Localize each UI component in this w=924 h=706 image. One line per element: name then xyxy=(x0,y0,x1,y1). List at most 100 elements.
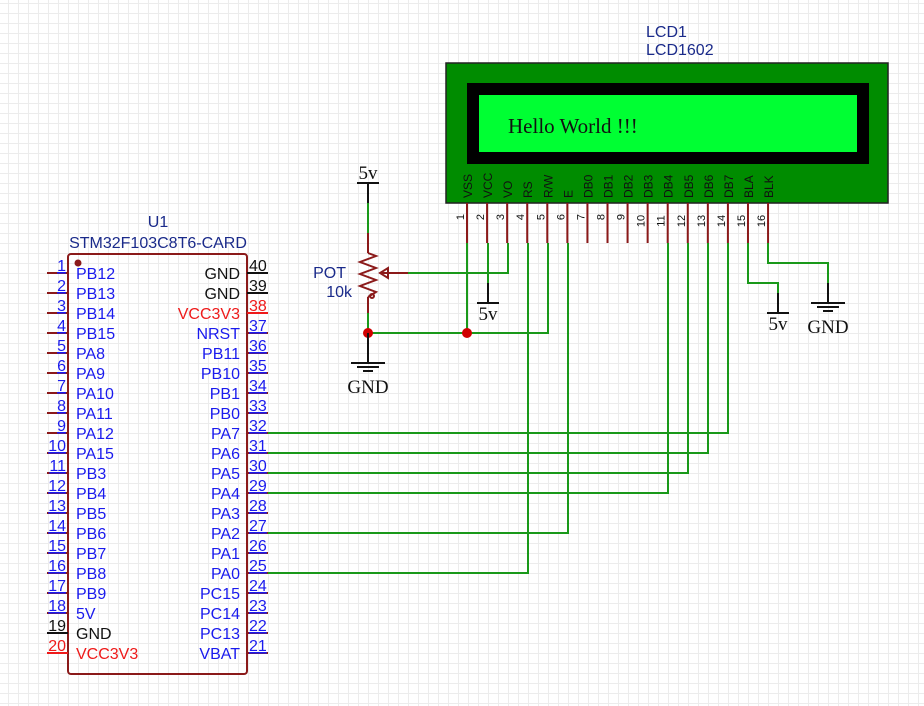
power-gnd-lcd-blk[interactable] xyxy=(811,283,845,312)
pin-name: PC13 xyxy=(200,626,240,643)
mcu-designator: U1 xyxy=(148,214,169,231)
pin-number: 22 xyxy=(249,618,267,635)
pin-number: 36 xyxy=(249,338,267,355)
lcd-component[interactable]: LCD1 LCD1602 Hello World !!! VSS 1 VCC 2 VO 3… xyxy=(445,24,889,243)
pin-number: 2 xyxy=(57,278,66,295)
pin-number: 18 xyxy=(48,598,66,615)
wire-blk[interactable] xyxy=(767,243,829,283)
lcd-pin-name: DB0 xyxy=(581,174,595,198)
pin-number: 12 xyxy=(48,478,66,495)
pin-number: 13 xyxy=(48,498,66,515)
wire-gnd-rw[interactable] xyxy=(368,243,549,334)
power-label-gnd: GND xyxy=(807,317,848,338)
power-5v-lcd-vcc[interactable] xyxy=(477,283,499,304)
power-5v-lcd-bla[interactable] xyxy=(767,293,789,314)
lcd-pin-name: DB2 xyxy=(622,174,636,198)
schematic-canvas: U1 STM32F103C8T6-CARD 1 PB12 2 PB13 3 PB14 4 PB… xyxy=(47,24,889,675)
pin-number: 32 xyxy=(249,418,267,435)
pin-number: 8 xyxy=(57,398,66,415)
lcd-designator: LCD1 xyxy=(646,24,687,41)
pin-number: 38 xyxy=(249,298,267,315)
pin-name: PA2 xyxy=(211,526,240,543)
pot-value: 10k xyxy=(326,284,353,301)
mcu-component[interactable]: U1 STM32F103C8T6-CARD 1 PB12 2 PB13 3 PB14 4 PB… xyxy=(47,214,268,675)
lcd-part-name: LCD1602 xyxy=(646,42,714,59)
lcd-pin-name: DB4 xyxy=(662,174,676,198)
lcd-pin-number: 5 xyxy=(535,214,547,220)
power-label-5v: 5v xyxy=(359,163,379,184)
pin-name: PC14 xyxy=(200,606,240,623)
lcd-pin-number: 7 xyxy=(575,214,587,220)
pin-number: 39 xyxy=(249,278,267,295)
pin-number: 34 xyxy=(249,378,267,395)
pin-number: 27 xyxy=(249,518,267,535)
junction-dot xyxy=(462,328,472,338)
resistor-zigzag-icon xyxy=(357,252,379,298)
pin-number: 3 xyxy=(57,298,66,315)
pin-number: 28 xyxy=(249,498,267,515)
pin-name: PB8 xyxy=(76,566,106,583)
pin-name: VCC3V3 xyxy=(76,646,138,663)
pin-name: PA7 xyxy=(211,426,240,443)
pin-name: PA15 xyxy=(76,446,114,463)
pin-name: PB0 xyxy=(210,406,240,423)
pot-dot-icon xyxy=(369,293,375,299)
pin-name: PA8 xyxy=(76,346,105,363)
lcd-pin-name: E xyxy=(561,190,575,198)
lcd-pin-number: 2 xyxy=(475,214,487,220)
pin-name: GND xyxy=(76,626,112,643)
power-5v-pot[interactable] xyxy=(357,182,379,203)
pin-number: 21 xyxy=(249,638,267,655)
pin-number: 25 xyxy=(249,558,267,575)
pin-number: 31 xyxy=(249,438,267,455)
pin-number: 23 xyxy=(249,598,267,615)
pin-number: 4 xyxy=(57,318,66,335)
pin-name: PA12 xyxy=(76,426,114,443)
wire-bla[interactable] xyxy=(747,243,779,293)
lcd-pin-name: R/W xyxy=(541,174,555,198)
lcd-pin-name: VSS xyxy=(461,174,475,198)
pin-name: PA4 xyxy=(211,486,240,503)
lcd-pin-number: 9 xyxy=(616,214,628,220)
pin-name: 5V xyxy=(76,606,96,623)
pin-name: PB3 xyxy=(76,466,106,483)
lcd-pin-number: 10 xyxy=(636,215,648,227)
pin-name: PA0 xyxy=(211,566,240,583)
lcd-display-text: Hello World !!! xyxy=(508,114,638,138)
pin-number: 14 xyxy=(48,518,66,535)
lcd-pin-name: DB6 xyxy=(702,174,716,198)
power-gnd-pot[interactable] xyxy=(351,333,385,372)
mcu-part-name: STM32F103C8T6-CARD xyxy=(69,235,247,252)
pin-name: PB4 xyxy=(76,486,106,503)
pin-name: PB12 xyxy=(76,266,115,283)
pin-number: 1 xyxy=(57,258,66,275)
lcd-pin-name: DB1 xyxy=(601,174,615,198)
pin-number: 24 xyxy=(249,578,267,595)
pin-name: VBAT xyxy=(199,646,240,663)
lcd-pin-name: BLK xyxy=(762,175,776,198)
lcd-pin-number: 1 xyxy=(455,214,467,220)
potentiometer[interactable] xyxy=(357,233,408,313)
pin-number: 20 xyxy=(48,638,66,655)
pin-number: 30 xyxy=(249,458,267,475)
wire-pa2-e[interactable] xyxy=(268,243,569,534)
pot-designator: POT xyxy=(313,265,346,282)
lcd-pin-name: VO xyxy=(501,181,515,198)
pin-name: PB13 xyxy=(76,286,115,303)
pin-number: 5 xyxy=(57,338,66,355)
lcd-pin-number: 8 xyxy=(595,214,607,220)
lcd-pin-name: DB3 xyxy=(642,174,656,198)
pin-name: PB5 xyxy=(76,506,106,523)
pin-number: 10 xyxy=(48,438,66,455)
lcd-pin-name: DB7 xyxy=(722,174,736,198)
wire-vo-wiper[interactable] xyxy=(408,243,509,274)
pin-name: PA6 xyxy=(211,446,240,463)
pin-name: PA11 xyxy=(76,406,113,423)
lcd-pin-number: 11 xyxy=(656,215,668,226)
pin-name: PB14 xyxy=(76,306,115,323)
pin-number: 33 xyxy=(249,398,267,415)
lcd-pin-number: 13 xyxy=(696,215,708,227)
lcd-pin-name: RS xyxy=(521,181,535,198)
pin-number: 19 xyxy=(48,618,66,635)
pin-name: PA5 xyxy=(211,466,240,483)
